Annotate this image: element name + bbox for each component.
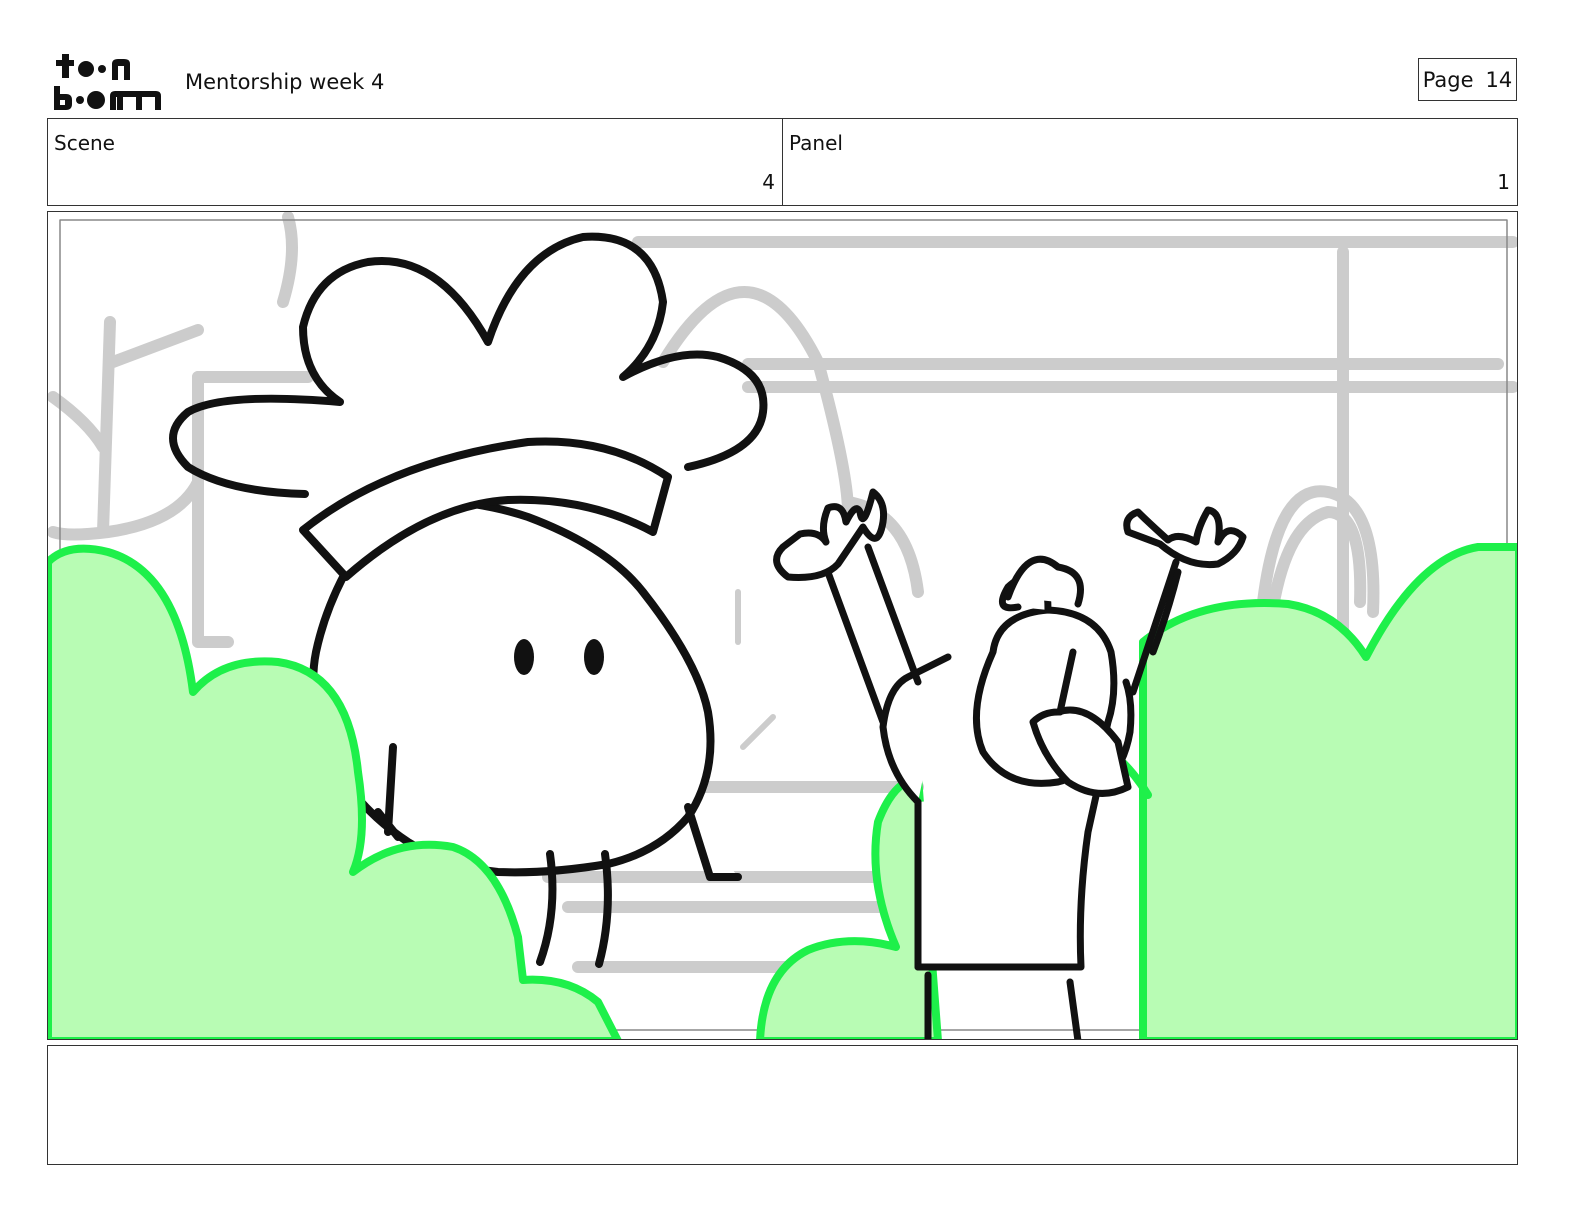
storyboard-panel bbox=[47, 211, 1518, 1040]
notes-box bbox=[47, 1045, 1518, 1165]
scene-panel-row: Scene 4 Panel 1 bbox=[47, 118, 1518, 206]
toonboom-logo bbox=[52, 50, 164, 112]
page-number: 14 bbox=[1485, 67, 1513, 92]
document-title: Mentorship week 4 bbox=[185, 70, 385, 94]
page-indicator: Page 14 bbox=[1418, 58, 1517, 101]
panel-cell: Panel 1 bbox=[782, 119, 1517, 205]
storyboard-drawing bbox=[48, 212, 1517, 1039]
scene-cell: Scene 4 bbox=[48, 119, 782, 205]
panel-value: 1 bbox=[1497, 170, 1510, 194]
scene-value: 4 bbox=[762, 170, 775, 194]
scene-label: Scene bbox=[54, 131, 115, 155]
bush-right bbox=[756, 543, 1517, 1039]
panel-label: Panel bbox=[789, 131, 843, 155]
page-label: Page bbox=[1422, 67, 1474, 92]
